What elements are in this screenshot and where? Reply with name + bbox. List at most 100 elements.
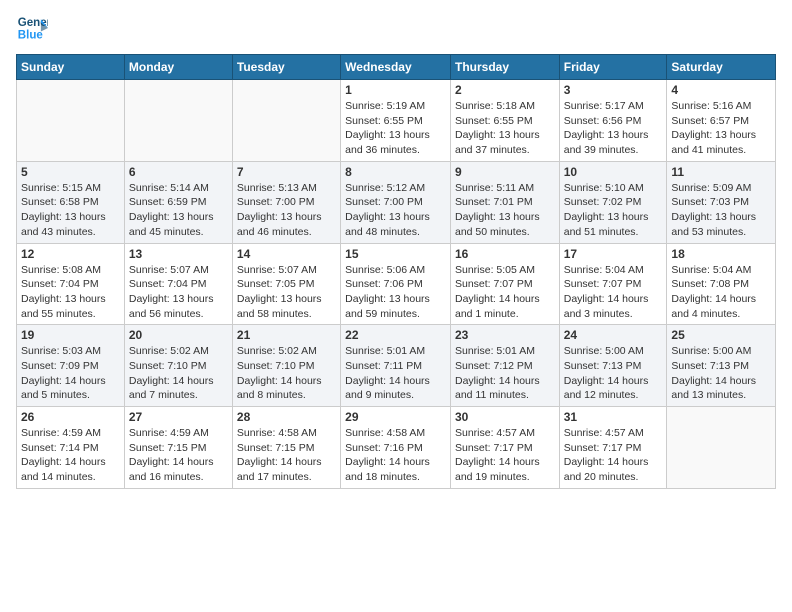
weekday-thursday: Thursday: [450, 55, 559, 80]
day-number: 4: [671, 83, 771, 97]
day-number: 11: [671, 165, 771, 179]
day-cell: 28 Sunrise: 4:58 AMSunset: 7:15 PMDayligh…: [232, 407, 340, 489]
day-number: 7: [237, 165, 336, 179]
day-info: Sunrise: 4:58 AMSunset: 7:16 PMDaylight:…: [345, 426, 446, 485]
day-cell: 21 Sunrise: 5:02 AMSunset: 7:10 PMDayligh…: [232, 325, 340, 407]
day-cell: 8 Sunrise: 5:12 AMSunset: 7:00 PMDaylight…: [341, 161, 451, 243]
day-info: Sunrise: 4:57 AMSunset: 7:17 PMDaylight:…: [564, 426, 663, 485]
day-number: 25: [671, 328, 771, 342]
day-number: 30: [455, 410, 555, 424]
day-info: Sunrise: 5:01 AMSunset: 7:11 PMDaylight:…: [345, 344, 446, 403]
day-number: 23: [455, 328, 555, 342]
day-info: Sunrise: 5:09 AMSunset: 7:03 PMDaylight:…: [671, 181, 771, 240]
day-info: Sunrise: 4:58 AMSunset: 7:15 PMDaylight:…: [237, 426, 336, 485]
page: General Blue SundayMondayTuesdayWednesda…: [0, 0, 792, 501]
day-number: 15: [345, 247, 446, 261]
day-info: Sunrise: 5:10 AMSunset: 7:02 PMDaylight:…: [564, 181, 663, 240]
day-cell: 3 Sunrise: 5:17 AMSunset: 6:56 PMDaylight…: [559, 80, 667, 162]
day-cell: 12Sunrise: 5:08 AMSunset: 7:04 PMDayligh…: [17, 243, 125, 325]
day-info: Sunrise: 5:18 AMSunset: 6:55 PMDaylight:…: [455, 99, 555, 158]
day-cell: 24 Sunrise: 5:00 AMSunset: 7:13 PMDayligh…: [559, 325, 667, 407]
day-number: 18: [671, 247, 771, 261]
day-number: 21: [237, 328, 336, 342]
day-info: Sunrise: 5:02 AMSunset: 7:10 PMDaylight:…: [129, 344, 228, 403]
day-cell: 5 Sunrise: 5:15 AMSunset: 6:58 PMDaylight…: [17, 161, 125, 243]
day-cell: 23 Sunrise: 5:01 AMSunset: 7:12 PMDayligh…: [450, 325, 559, 407]
day-cell: 16 Sunrise: 5:05 AMSunset: 7:07 PMDayligh…: [450, 243, 559, 325]
day-cell: 31Sunrise: 4:57 AMSunset: 7:17 PMDayligh…: [559, 407, 667, 489]
day-cell: 9 Sunrise: 5:11 AMSunset: 7:01 PMDaylight…: [450, 161, 559, 243]
day-cell: 22 Sunrise: 5:01 AMSunset: 7:11 PMDayligh…: [341, 325, 451, 407]
day-number: 28: [237, 410, 336, 424]
day-cell: 13 Sunrise: 5:07 AMSunset: 7:04 PMDayligh…: [124, 243, 232, 325]
day-cell: 15 Sunrise: 5:06 AMSunset: 7:06 PMDayligh…: [341, 243, 451, 325]
week-row-1: 1Sunrise: 5:19 AMSunset: 6:55 PMDaylight…: [17, 80, 776, 162]
day-info: Sunrise: 5:02 AMSunset: 7:10 PMDaylight:…: [237, 344, 336, 403]
day-number: 5: [21, 165, 120, 179]
day-info: Sunrise: 5:06 AMSunset: 7:06 PMDaylight:…: [345, 263, 446, 322]
day-cell: 6Sunrise: 5:14 AMSunset: 6:59 PMDaylight…: [124, 161, 232, 243]
day-info: Sunrise: 5:05 AMSunset: 7:07 PMDaylight:…: [455, 263, 555, 322]
day-info: Sunrise: 5:04 AMSunset: 7:07 PMDaylight:…: [564, 263, 663, 322]
day-cell: 29 Sunrise: 4:58 AMSunset: 7:16 PMDayligh…: [341, 407, 451, 489]
day-number: 3: [564, 83, 663, 97]
day-cell: 2Sunrise: 5:18 AMSunset: 6:55 PMDaylight…: [450, 80, 559, 162]
day-number: 12: [21, 247, 120, 261]
weekday-saturday: Saturday: [667, 55, 776, 80]
weekday-tuesday: Tuesday: [232, 55, 340, 80]
day-info: Sunrise: 5:11 AMSunset: 7:01 PMDaylight:…: [455, 181, 555, 240]
day-cell: 27Sunrise: 4:59 AMSunset: 7:15 PMDayligh…: [124, 407, 232, 489]
day-info: Sunrise: 5:07 AMSunset: 7:05 PMDaylight:…: [237, 263, 336, 322]
day-cell: 1Sunrise: 5:19 AMSunset: 6:55 PMDaylight…: [341, 80, 451, 162]
day-cell: 11 Sunrise: 5:09 AMSunset: 7:03 PMDayligh…: [667, 161, 776, 243]
day-number: 8: [345, 165, 446, 179]
week-row-2: 5 Sunrise: 5:15 AMSunset: 6:58 PMDaylight…: [17, 161, 776, 243]
week-row-3: 12Sunrise: 5:08 AMSunset: 7:04 PMDayligh…: [17, 243, 776, 325]
day-info: Sunrise: 5:15 AMSunset: 6:58 PMDaylight:…: [21, 181, 120, 240]
week-row-4: 19 Sunrise: 5:03 AMSunset: 7:09 PMDayligh…: [17, 325, 776, 407]
day-number: 19: [21, 328, 120, 342]
day-info: Sunrise: 5:16 AMSunset: 6:57 PMDaylight:…: [671, 99, 771, 158]
day-cell: [17, 80, 125, 162]
weekday-monday: Monday: [124, 55, 232, 80]
day-info: Sunrise: 5:17 AMSunset: 6:56 PMDaylight:…: [564, 99, 663, 158]
day-cell: 14 Sunrise: 5:07 AMSunset: 7:05 PMDayligh…: [232, 243, 340, 325]
day-info: Sunrise: 5:13 AMSunset: 7:00 PMDaylight:…: [237, 181, 336, 240]
day-info: Sunrise: 4:59 AMSunset: 7:14 PMDaylight:…: [21, 426, 120, 485]
day-number: 9: [455, 165, 555, 179]
day-number: 14: [237, 247, 336, 261]
day-number: 22: [345, 328, 446, 342]
day-info: Sunrise: 5:01 AMSunset: 7:12 PMDaylight:…: [455, 344, 555, 403]
logo: General Blue: [16, 12, 48, 44]
day-cell: 20 Sunrise: 5:02 AMSunset: 7:10 PMDayligh…: [124, 325, 232, 407]
weekday-friday: Friday: [559, 55, 667, 80]
day-cell: 26 Sunrise: 4:59 AMSunset: 7:14 PMDayligh…: [17, 407, 125, 489]
day-number: 17: [564, 247, 663, 261]
header: General Blue: [16, 12, 776, 44]
day-number: 24: [564, 328, 663, 342]
svg-text:Blue: Blue: [18, 30, 44, 42]
day-number: 26: [21, 410, 120, 424]
day-number: 29: [345, 410, 446, 424]
day-number: 1: [345, 83, 446, 97]
day-info: Sunrise: 5:07 AMSunset: 7:04 PMDaylight:…: [129, 263, 228, 322]
day-info: Sunrise: 5:12 AMSunset: 7:00 PMDaylight:…: [345, 181, 446, 240]
day-info: Sunrise: 4:57 AMSunset: 7:17 PMDaylight:…: [455, 426, 555, 485]
day-info: Sunrise: 4:59 AMSunset: 7:15 PMDaylight:…: [129, 426, 228, 485]
day-cell: 18 Sunrise: 5:04 AMSunset: 7:08 PMDayligh…: [667, 243, 776, 325]
weekday-header-row: SundayMondayTuesdayWednesdayThursdayFrid…: [17, 55, 776, 80]
day-info: Sunrise: 5:03 AMSunset: 7:09 PMDaylight:…: [21, 344, 120, 403]
logo-icon: General Blue: [16, 12, 48, 44]
day-info: Sunrise: 5:04 AMSunset: 7:08 PMDaylight:…: [671, 263, 771, 322]
day-cell: 30 Sunrise: 4:57 AMSunset: 7:17 PMDayligh…: [450, 407, 559, 489]
day-number: 10: [564, 165, 663, 179]
day-info: Sunrise: 5:14 AMSunset: 6:59 PMDaylight:…: [129, 181, 228, 240]
day-number: 20: [129, 328, 228, 342]
day-cell: 19 Sunrise: 5:03 AMSunset: 7:09 PMDayligh…: [17, 325, 125, 407]
day-info: Sunrise: 5:00 AMSunset: 7:13 PMDaylight:…: [671, 344, 771, 403]
day-number: 16: [455, 247, 555, 261]
day-number: 13: [129, 247, 228, 261]
day-cell: 10 Sunrise: 5:10 AMSunset: 7:02 PMDayligh…: [559, 161, 667, 243]
day-info: Sunrise: 5:00 AMSunset: 7:13 PMDaylight:…: [564, 344, 663, 403]
calendar: SundayMondayTuesdayWednesdayThursdayFrid…: [16, 54, 776, 489]
